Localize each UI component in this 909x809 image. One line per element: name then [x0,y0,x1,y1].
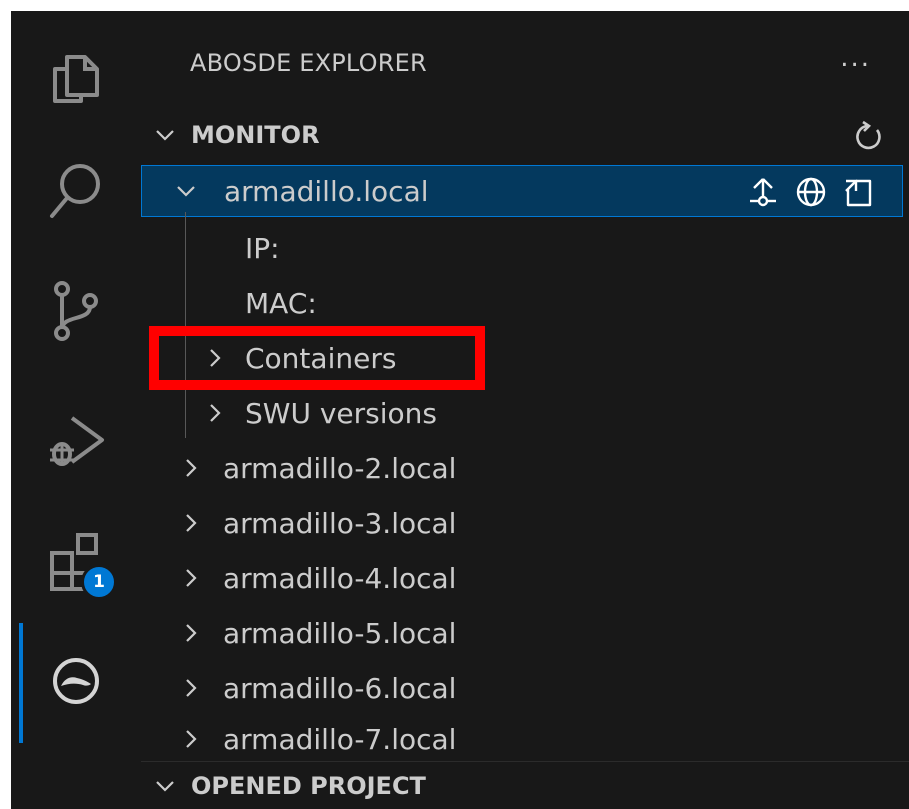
more-actions-button[interactable]: ... [840,43,871,73]
chevron-down-icon [177,186,195,197]
open-terminal-icon[interactable] [842,175,876,209]
monitor-label: MONITOR [191,121,320,149]
monitor-section-header[interactable]: MONITOR [141,108,909,162]
abosde-explorer-sidebar: ABOSDE EXPLORER ... MONITOR armadillo.lo… [141,11,909,809]
device-row-armadillo-local[interactable]: armadillo.local [141,165,903,217]
chevron-right-icon [186,514,197,532]
property-row-mac[interactable]: MAC: [141,277,903,329]
upload-update-icon[interactable] [746,175,780,209]
device-name: armadillo-5.local [223,616,457,650]
chevron-down-icon [156,130,174,141]
activity-extensions[interactable]: 1 [11,506,141,616]
device-row-armadillo-2-local[interactable]: armadillo-2.local [141,442,903,494]
activity-abosde[interactable] [11,626,141,736]
activity-bar: 1 [11,11,141,809]
activity-explorer[interactable] [11,21,141,131]
chevron-right-icon [186,730,197,748]
globe-icon[interactable] [794,175,828,209]
device-row-armadillo-7-local[interactable]: armadillo-7.local [141,717,903,761]
refresh-icon[interactable] [853,120,885,152]
swu-versions-label: SWU versions [245,396,437,430]
vscode-window: 1 ABOSDE EXPLORER ... MONITOR armadillo.… [11,11,909,809]
device-name: armadillo-3.local [223,506,457,540]
extensions-badge: 1 [81,564,117,600]
device-row-armadillo-6-local[interactable]: armadillo-6.local [141,662,903,714]
chevron-down-icon [156,781,174,792]
source-control-icon [54,281,98,341]
mac-label: MAC: [245,286,317,320]
device-row-armadillo-4-local[interactable]: armadillo-4.local [141,552,903,604]
ip-label: IP: [245,231,280,265]
chevron-right-icon [186,459,197,477]
device-name: armadillo-4.local [223,561,457,595]
chevron-right-icon [186,679,197,697]
sidebar-title: ABOSDE EXPLORER [190,49,427,77]
chevron-right-icon [186,569,197,587]
activity-search[interactable] [11,136,141,246]
opened-project-label: OPENED PROJECT [191,772,426,800]
property-row-ip[interactable]: IP: [141,222,903,274]
device-name: armadillo.local [224,174,429,208]
explorer-icon [53,55,99,103]
tree-item-swu-versions[interactable]: SWU versions [141,387,903,439]
activity-run-debug[interactable] [11,386,141,496]
chevron-right-icon [186,624,197,642]
abosde-icon [53,658,99,704]
device-name: armadillo-6.local [223,671,457,705]
activity-source-control[interactable] [11,256,141,366]
device-name: armadillo-7.local [223,722,457,756]
chevron-right-icon [210,404,221,422]
device-name: armadillo-2.local [223,451,457,485]
search-icon [50,164,100,218]
annotation-highlight-box [149,326,485,390]
device-row-armadillo-5-local[interactable]: armadillo-5.local [141,607,903,659]
device-row-armadillo-3-local[interactable]: armadillo-3.local [141,497,903,549]
run-debug-icon [50,416,104,466]
opened-project-section-header[interactable]: OPENED PROJECT [141,761,909,809]
